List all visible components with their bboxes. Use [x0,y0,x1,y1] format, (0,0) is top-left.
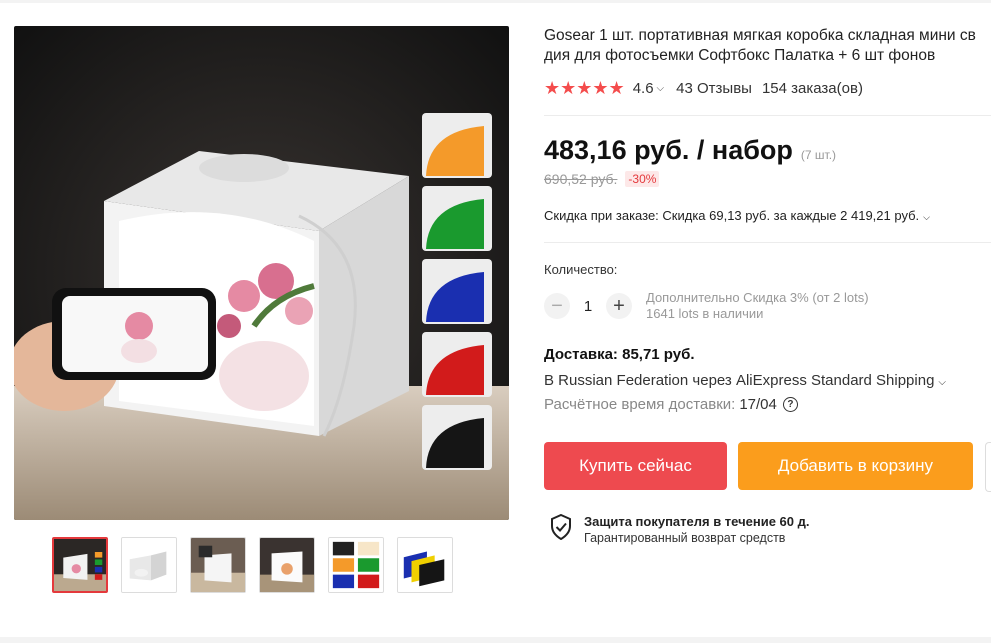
price-row: 483,16 руб. / набор (7 шт.) [544,135,836,166]
divider [544,242,991,243]
quantity-increase-button[interactable]: + [606,293,632,319]
delivery-price: Доставка: 85,71 руб. [544,346,695,363]
chevron-down-icon[interactable]: ⌵ [657,83,665,94]
quantity-label: Количество: [544,262,618,277]
thumbnail-2[interactable] [121,537,177,593]
current-price: 483,16 руб. / набор [544,135,793,165]
rating-row: ★★★★★ 4.6 ⌵ 43 Отзывы 154 заказа(ов) [544,78,863,99]
promo-discount[interactable]: Скидка при заказе: Скидка 69,13 руб. за … [544,208,930,223]
rating-value[interactable]: 4.6 [633,80,654,97]
top-divider [0,0,991,3]
quantity-input[interactable]: 1 [570,298,606,315]
shipping-method[interactable]: В Russian Federation через AliExpress St… [544,372,946,389]
wishlist-button[interactable] [985,442,991,492]
orders-count: 154 заказа(ов) [761,80,863,97]
protection-subtitle: Гарантированный возврат средств [584,531,786,545]
buy-now-button[interactable]: Купить сейчас [544,442,727,490]
shipping-method-text: В Russian Federation через AliExpress St… [544,372,935,389]
product-title-line-1: Gosear 1 шт. портативная мягкая коробка … [544,27,976,44]
protection-title: Защита покупателя в течение 60 д. [584,514,810,529]
thumbnail-3[interactable] [190,537,246,593]
bottom-divider [0,637,991,643]
product-title: Gosear 1 шт. портативная мягкая коробка … [544,26,991,66]
help-icon[interactable]: ? [782,397,798,412]
old-price-row: 690,52 руб. -30% [544,171,660,187]
delivery-eta: Расчётное время доставки: 17/04 ? [544,396,798,413]
eta-value: 17/04 [739,396,777,413]
divider [544,115,991,116]
discount-badge: -30% [625,171,660,187]
quantity-info: Дополнительно Скидка 3% (от 2 lots) 1641… [646,290,869,322]
product-title-line-2: дия для фотосъемки Софтбокс Палатка + 6 … [544,47,936,64]
chevron-down-icon: ⌵ [938,377,947,388]
reviews-link[interactable]: 43 Отзывы [676,80,752,97]
add-to-cart-button[interactable]: Добавить в корзину [738,442,973,490]
buyer-protection: Защита покупателя в течение 60 д. Гарант… [550,514,809,545]
quantity-stepper: − 1 + Дополнительно Скидка 3% (от 2 lots… [544,290,869,322]
thumbnail-6[interactable] [397,537,453,593]
thumbnail-strip [52,537,453,593]
thumbnail-5[interactable] [328,537,384,593]
product-info: Gosear 1 шт. портативная мягкая коробка … [544,26,991,545]
bulk-discount-note: Дополнительно Скидка 3% (от 2 lots) [646,290,869,305]
promo-text: Скидка при заказе: Скидка 69,13 руб. за … [544,208,920,223]
thumbnail-1[interactable] [52,537,108,593]
quantity-decrease-button[interactable]: − [544,293,570,319]
rating-stars-icon: ★★★★★ [544,78,625,98]
eta-label: Расчётное время доставки: [544,396,736,413]
thumbnail-4[interactable] [259,537,315,593]
unit-note: (7 шт.) [800,148,837,162]
main-product-image[interactable] [14,26,509,520]
stock-count: 1641 lots в наличии [646,306,764,321]
shield-check-icon [551,514,571,540]
old-price: 690,52 руб. [544,171,618,187]
chevron-down-icon: ⌵ [923,212,930,222]
protection-text: Защита покупателя в течение 60 д. Гарант… [584,514,809,545]
